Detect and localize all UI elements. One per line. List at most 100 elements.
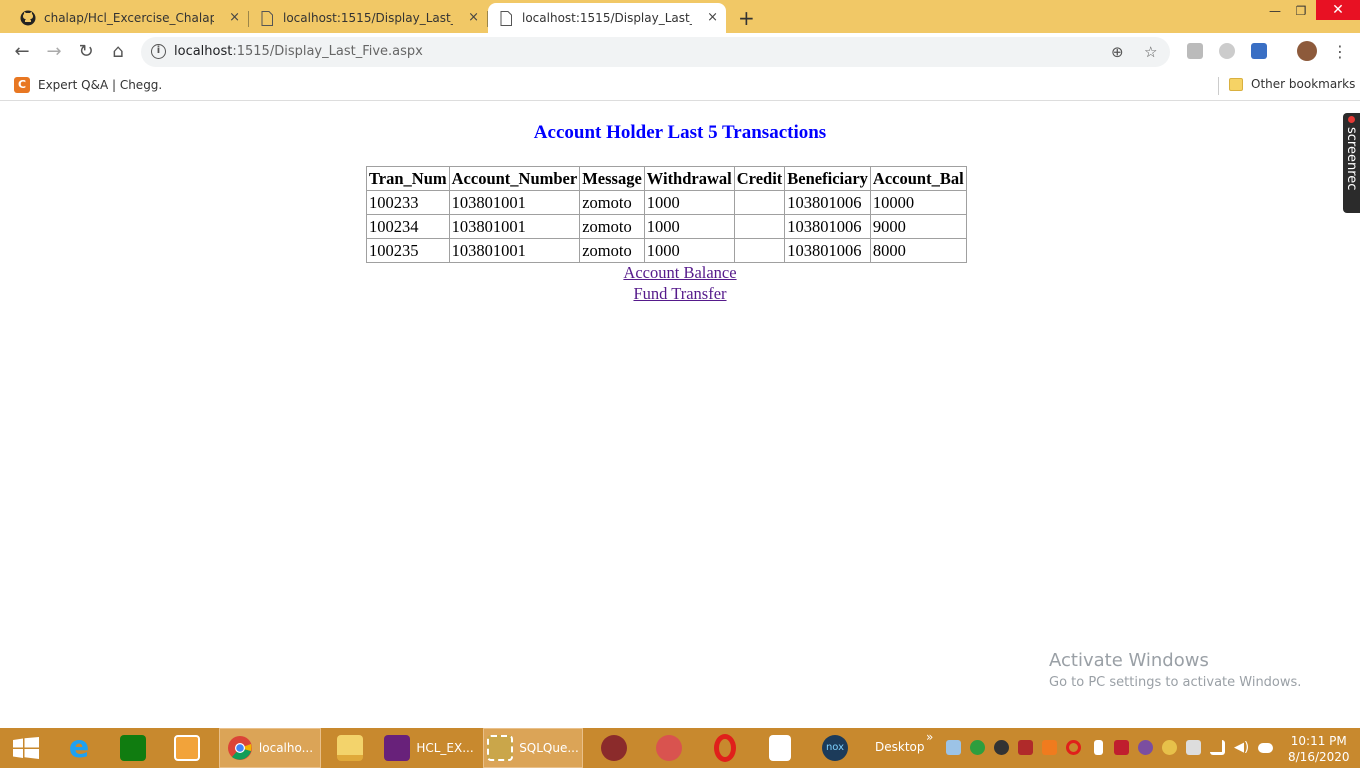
windows-logo-icon	[13, 737, 39, 759]
taskbar-chrome[interactable]: localho...	[219, 728, 321, 768]
menu-icon[interactable]: ⋮	[1332, 42, 1348, 61]
tray-signal-icon[interactable]	[1210, 740, 1225, 755]
other-bookmarks-label: Other bookmarks	[1251, 77, 1356, 91]
clock-date: 8/16/2020	[1288, 750, 1350, 764]
taskbar: e localho... HCL_EX... SQLQue... nox Des…	[0, 728, 1360, 768]
taskbar-notepad[interactable]	[756, 728, 804, 768]
desktop-toolbar-label[interactable]: Desktop	[875, 740, 925, 754]
toolbar-chevron-icon[interactable]: »	[926, 730, 933, 744]
screenrec-widget[interactable]: screenrec	[1343, 113, 1360, 213]
url-text[interactable]: localhost:1515/Display_Last_Five.aspx	[174, 44, 423, 59]
chrome-icon	[227, 736, 252, 760]
tray-battery-icon[interactable]	[1094, 740, 1103, 755]
column-header: Message	[579, 166, 645, 191]
tab-close-icon[interactable]: ×	[707, 10, 718, 25]
bookmark-chegg[interactable]: C Expert Q&A | Chegg.	[14, 77, 162, 93]
table-cell: 103801006	[784, 214, 871, 239]
tray-record-icon[interactable]	[1018, 740, 1033, 755]
tab-label: localhost:1515/Display_Last_Five.	[283, 11, 453, 25]
other-bookmarks[interactable]: Other bookmarks	[1229, 77, 1355, 91]
activate-title: Activate Windows	[1049, 650, 1209, 671]
visual-studio-icon	[384, 735, 411, 761]
avatar[interactable]	[1297, 41, 1317, 61]
taskbar-store[interactable]	[108, 728, 158, 768]
taskbar-label: HCL_EX...	[416, 741, 474, 755]
store-icon	[120, 735, 146, 761]
forward-button[interactable]: →	[43, 41, 65, 63]
column-header: Withdrawal	[643, 166, 735, 191]
tray-target-icon[interactable]	[994, 740, 1009, 755]
tab-display-last-five-1[interactable]: localhost:1515/Display_Last_Five. ×	[249, 3, 488, 33]
home-button[interactable]: ⌂	[107, 41, 129, 63]
extension-icon[interactable]	[1187, 43, 1203, 59]
window-close-button[interactable]: ✕	[1316, 0, 1360, 20]
table-cell: zomoto	[579, 238, 645, 263]
table-cell: 100234	[366, 214, 450, 239]
ccleaner-icon	[656, 735, 682, 761]
taskbar-clock[interactable]: 10:11 PM 8/16/2020	[1288, 733, 1350, 765]
taskbar-explorer[interactable]	[325, 728, 375, 768]
back-button[interactable]: ←	[11, 41, 33, 63]
table-row: 100233 103801001 zomoto 1000 103801006 1…	[366, 190, 967, 215]
tray-chrome-icon[interactable]	[1162, 740, 1177, 755]
start-button[interactable]	[0, 728, 52, 768]
tab-github[interactable]: chalap/Hcl_Excercise_Chalapathi ×	[10, 3, 249, 33]
page-icon	[259, 10, 275, 26]
tab-display-last-five-active[interactable]: localhost:1515/Display_Last_Five. ×	[488, 3, 726, 33]
activate-windows-watermark: Activate Windows Go to PC settings to ac…	[1049, 650, 1301, 690]
tab-label: localhost:1515/Display_Last_Five.	[522, 11, 692, 25]
bookmark-divider	[1218, 77, 1219, 95]
site-info-icon[interactable]: i	[151, 44, 166, 59]
fund-transfer-link[interactable]: Fund Transfer	[633, 284, 726, 303]
restore-button[interactable]: ❐	[1286, 2, 1316, 20]
folder-icon	[1229, 77, 1243, 91]
blank-document-icon	[769, 735, 791, 761]
table-header-row: Tran_Num Account_Number Message Withdraw…	[366, 166, 967, 191]
tray-purple-app-icon[interactable]	[1138, 740, 1153, 755]
page-title: Account Holder Last 5 Transactions	[533, 122, 827, 143]
taskbar-ccleaner[interactable]	[645, 728, 693, 768]
extension-circle-icon[interactable]	[1219, 43, 1235, 59]
column-header: Account_Bal	[869, 166, 967, 191]
tray-volume-icon[interactable]: ◀)	[1234, 740, 1249, 755]
tab-close-icon[interactable]: ×	[468, 10, 479, 25]
taskbar-visual-studio[interactable]: HCL_EX...	[379, 728, 479, 768]
taskbar-media[interactable]	[162, 728, 212, 768]
tray-network-drive-icon[interactable]	[946, 740, 961, 755]
download-extension-icon[interactable]	[1251, 43, 1267, 59]
taskbar-opera[interactable]	[701, 728, 749, 768]
account-balance-link[interactable]: Account Balance	[623, 263, 736, 282]
tray-app-icon[interactable]	[1042, 740, 1057, 755]
table-cell: zomoto	[579, 214, 645, 239]
table-cell: 103801006	[784, 190, 871, 215]
tray-shield-icon[interactable]	[970, 740, 985, 755]
tab-close-icon[interactable]: ×	[229, 10, 240, 25]
table-cell: 1000	[643, 214, 735, 239]
new-tab-button[interactable]: +	[738, 6, 755, 30]
reload-button[interactable]: ↻	[75, 41, 97, 63]
chegg-icon: C	[14, 77, 30, 93]
table-cell: 103801001	[448, 238, 581, 263]
taskbar-sql[interactable]: SQLQue...	[483, 728, 583, 768]
tray-opera-icon[interactable]	[1066, 740, 1081, 755]
column-header: Credit	[733, 166, 786, 191]
taskbar-nox[interactable]: nox	[811, 728, 859, 768]
tray-red-app-icon[interactable]	[1114, 740, 1129, 755]
taskbar-spider[interactable]	[590, 728, 638, 768]
column-header: Beneficiary	[784, 166, 871, 191]
sql-icon	[487, 735, 514, 761]
taskbar-ie[interactable]: e	[54, 728, 104, 768]
bookmark-label: Expert Q&A | Chegg.	[38, 78, 163, 92]
column-header: Tran_Num	[366, 166, 450, 191]
zoom-icon[interactable]: ⊕	[1111, 43, 1124, 61]
transactions-table: Tran_Num Account_Number Message Withdraw…	[366, 166, 967, 263]
page-icon	[498, 10, 514, 26]
address-bar[interactable]: i localhost:1515/Display_Last_Five.aspx …	[141, 37, 1170, 67]
tray-warning-icon[interactable]	[1186, 740, 1201, 755]
table-cell: 103801001	[448, 214, 581, 239]
tab-label: chalap/Hcl_Excercise_Chalapathi	[44, 11, 214, 25]
ie-icon: e	[68, 730, 90, 765]
bookmark-star-icon[interactable]: ☆	[1144, 43, 1157, 61]
page-content: Account Holder Last 5 Transactions Tran_…	[0, 102, 1360, 728]
tray-cloud-icon[interactable]	[1258, 743, 1273, 753]
